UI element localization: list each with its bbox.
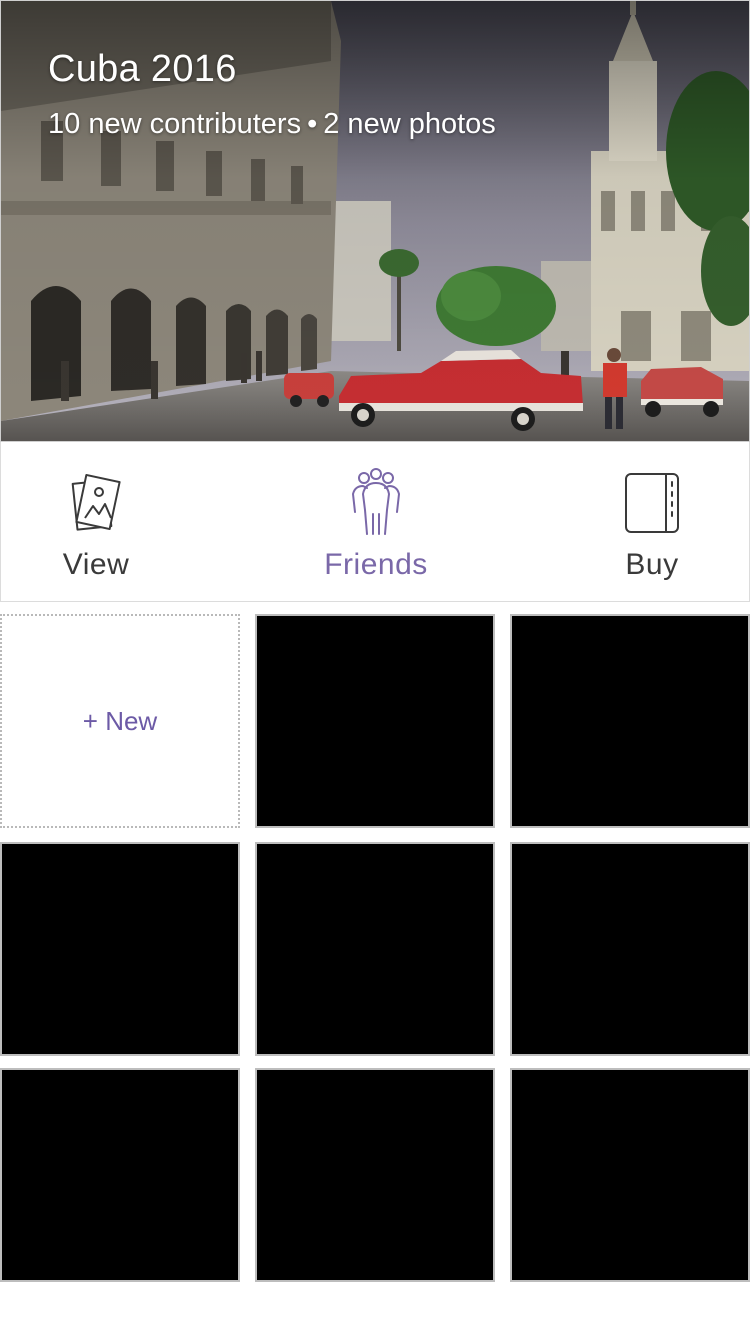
photo-tile[interactable] xyxy=(510,1068,750,1282)
photo-tile[interactable] xyxy=(510,614,750,828)
photo-tile[interactable] xyxy=(255,842,495,1056)
photo-tile[interactable] xyxy=(510,842,750,1056)
album-cover-image[interactable]: Cuba 2016 10 new contributers • 2 new phot… xyxy=(0,0,750,442)
friends-group-icon xyxy=(352,468,400,535)
photo-tile[interactable] xyxy=(0,842,240,1056)
contributors-count: 10 new contributers xyxy=(48,108,302,140)
friends-button[interactable]: Friends xyxy=(286,442,466,602)
friends-label: Friends xyxy=(324,548,428,581)
photo-tile[interactable] xyxy=(255,614,495,828)
new-photos-count: 2 new photos xyxy=(323,108,496,140)
photo-tile[interactable] xyxy=(255,1068,495,1282)
add-new-label: + New xyxy=(82,705,158,736)
photo-stack-icon xyxy=(71,473,121,531)
album-stats: 10 new contributers • 2 new photos xyxy=(48,108,496,141)
photo-tile[interactable] xyxy=(0,1068,240,1282)
album-action-bar: View Friends Buy xyxy=(0,442,750,602)
album-page: Cuba 2016 10 new contributers • 2 new phot… xyxy=(0,0,750,1334)
album-title: Cuba 2016 xyxy=(48,48,237,90)
separator-dot: • xyxy=(307,108,318,140)
buy-button[interactable]: Buy xyxy=(562,442,742,602)
buy-label: Buy xyxy=(625,548,679,581)
view-button[interactable]: View xyxy=(6,442,186,602)
book-icon xyxy=(625,473,679,533)
view-label: View xyxy=(62,548,130,581)
add-new-photo-button[interactable]: + New xyxy=(0,614,240,828)
